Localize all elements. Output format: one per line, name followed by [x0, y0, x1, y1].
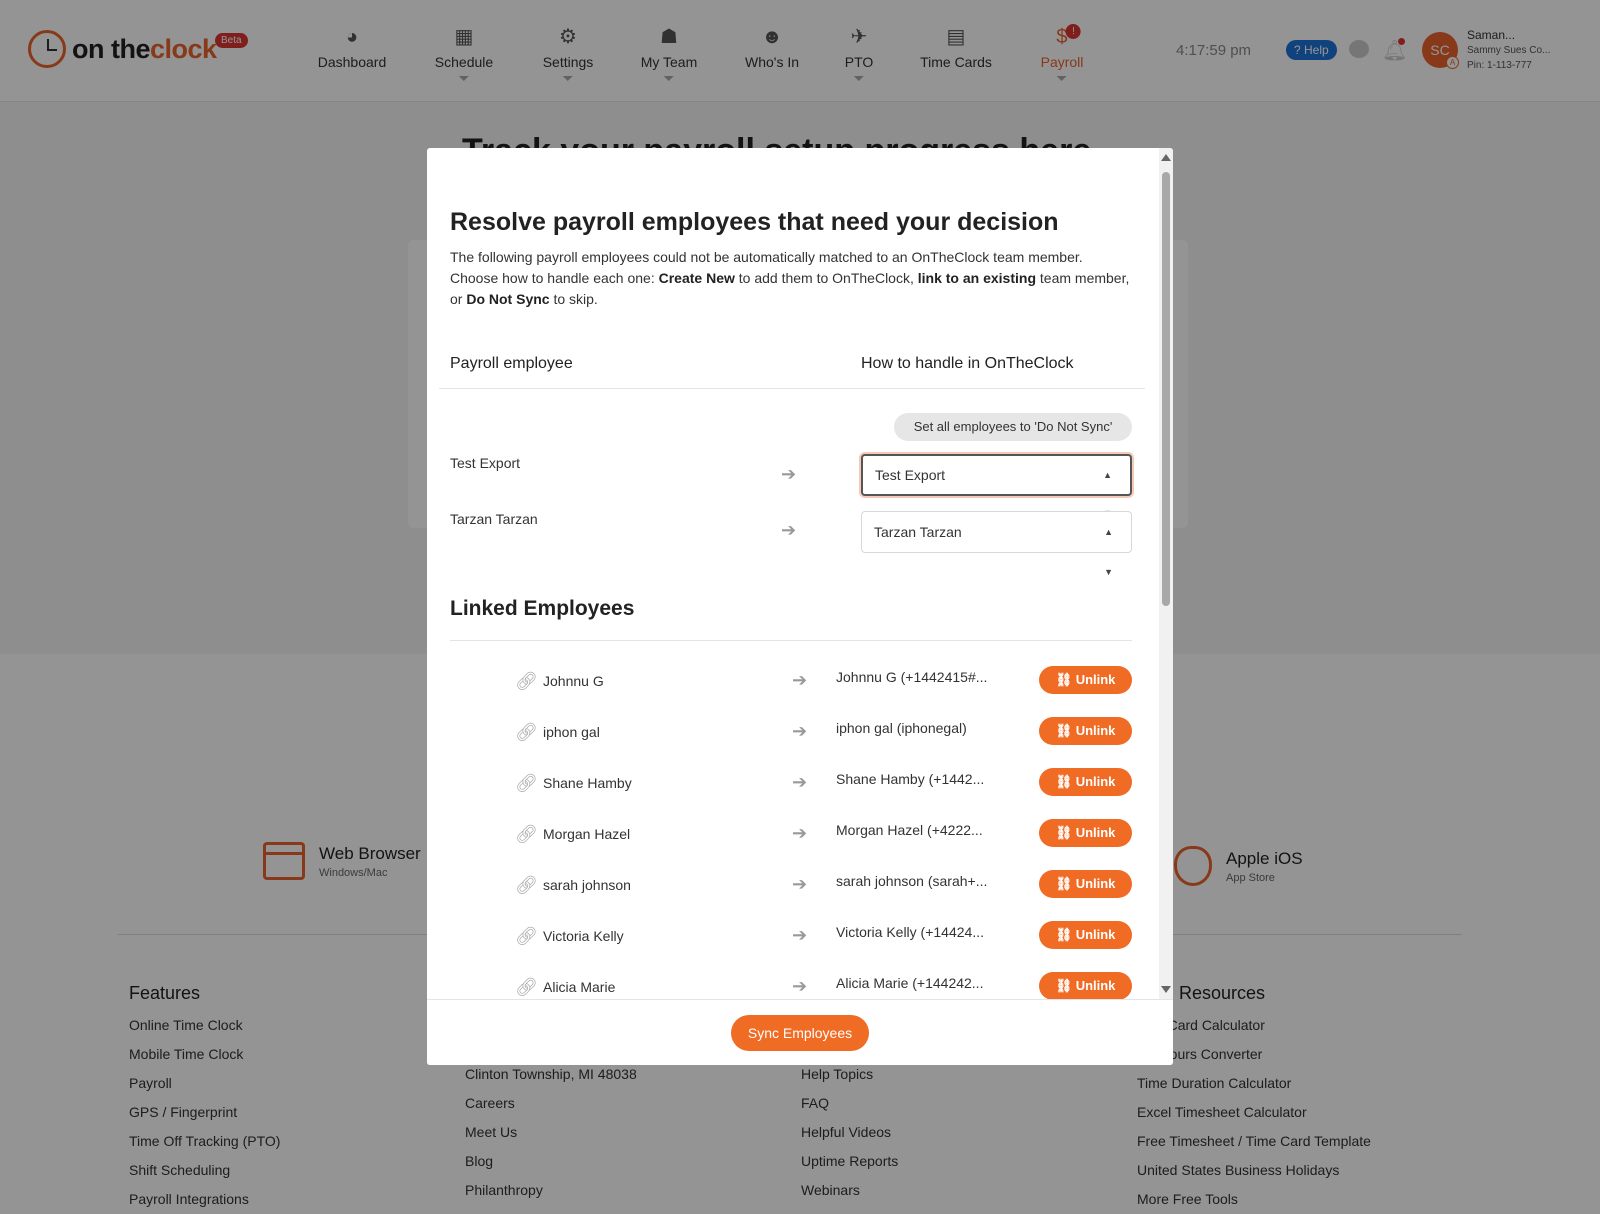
linked-team-member: Victoria Kelly (+14424...: [836, 924, 984, 940]
linked-team-member: iphon gal (iphonegal): [836, 720, 967, 736]
linked-employee-row: 🔗︎ Shane Hamby ➔ Shane Hamby (+1442... ⛓︎ Un…: [427, 764, 1173, 804]
resolve-employees-modal: Resolve payroll employees that need your…: [427, 148, 1173, 1065]
linked-employee-row: 🔗︎ Alicia Marie ➔ Alicia Marie (+144242... ⛓…: [427, 968, 1173, 999]
linked-employee-name: sarah johnson: [543, 877, 631, 893]
linked-team-member: Shane Hamby (+1442...: [836, 771, 985, 787]
arrow-right-icon: ➔: [792, 772, 808, 792]
unlink-button[interactable]: ⛓︎ Unlink: [1039, 666, 1132, 694]
unlink-button[interactable]: ⛓︎ Unlink: [1039, 717, 1132, 745]
modal-footer: Sync Employees: [427, 999, 1173, 1065]
unlink-icon: ⛓︎: [1055, 876, 1076, 891]
linked-employees-title: Linked Employees: [450, 597, 635, 620]
unlink-button[interactable]: ⛓︎ Unlink: [1039, 870, 1132, 898]
arrow-right-icon: ➔: [781, 520, 797, 540]
linked-employee-name: Shane Hamby: [543, 775, 632, 791]
unlink-button[interactable]: ⛓︎ Unlink: [1039, 768, 1132, 796]
sync-employees-button[interactable]: Sync Employees: [731, 1015, 869, 1051]
modal-title: Resolve payroll employees that need your…: [450, 208, 1059, 236]
arrow-right-icon: ➔: [792, 925, 808, 945]
linked-employee-row: 🔗︎ Victoria Kelly ➔ Victoria Kelly (+14424.…: [427, 917, 1173, 957]
linked-employee-row: 🔗︎ iphon gal ➔ iphon gal (iphonegal) ⛓︎ Unli…: [427, 713, 1173, 753]
unlink-icon: ⛓︎: [1055, 927, 1076, 942]
arrow-right-icon: ➔: [792, 823, 808, 843]
unlink-button[interactable]: ⛓︎ Unlink: [1039, 972, 1132, 999]
linked-team-member: sarah johnson (sarah+...: [836, 873, 988, 889]
unlink-icon: ⛓︎: [1055, 825, 1076, 840]
unlink-icon: ⛓︎: [1055, 723, 1076, 738]
header-divider: [439, 388, 1145, 389]
unlink-label: Unlink: [1075, 876, 1116, 891]
linked-employee-name: Victoria Kelly: [543, 928, 624, 944]
employee-handling-select[interactable]: Tarzan Tarzan ▲ ▼: [861, 511, 1132, 577]
linked-employee-name: Alicia Marie: [543, 979, 616, 995]
chain-link-icon: 🔗︎: [515, 977, 538, 997]
modal-scroll-area[interactable]: Resolve payroll employees that need your…: [427, 148, 1173, 999]
unlink-button[interactable]: ⛓︎ Unlink: [1039, 819, 1132, 847]
payroll-employee-name: Test Export: [450, 455, 521, 471]
linked-team-member: Johnnu G (+1442415#...: [836, 669, 988, 685]
select-value: Tarzan Tarzan: [874, 524, 962, 540]
linked-employee-row: 🔗︎ Morgan Hazel ➔ Morgan Hazel (+4222... ⛓︎ …: [427, 815, 1173, 855]
chain-link-icon: 🔗︎: [515, 671, 538, 691]
unlink-label: Unlink: [1075, 978, 1116, 993]
linked-employee-row: 🔗︎ Johnnu G ➔ Johnnu G (+1442415#... ⛓︎ Unli…: [427, 662, 1173, 702]
chain-link-icon: 🔗︎: [515, 875, 538, 895]
linked-employee-name: Morgan Hazel: [543, 826, 631, 842]
unlink-label: Unlink: [1075, 927, 1116, 942]
arrow-right-icon: ➔: [781, 464, 797, 484]
chain-link-icon: 🔗︎: [515, 926, 538, 946]
column-header-handle: How to handle in OnTheClock: [861, 355, 1074, 372]
arrow-right-icon: ➔: [792, 874, 808, 894]
scrollbar-thumb[interactable]: [1162, 172, 1170, 606]
linked-team-member: Morgan Hazel (+4222...: [836, 822, 983, 838]
unlink-button[interactable]: ⛓︎ Unlink: [1039, 921, 1132, 949]
scroll-up-arrow-icon[interactable]: [1161, 154, 1171, 161]
column-header-payroll-employee: Payroll employee: [450, 355, 573, 372]
select-updown-icon: ▲▼: [1104, 527, 1113, 577]
unlink-icon: ⛓︎: [1055, 774, 1076, 789]
arrow-right-icon: ➔: [792, 976, 808, 996]
employee-handling-select[interactable]: Test Export ▲▼: [861, 454, 1132, 518]
arrow-right-icon: ➔: [792, 670, 808, 690]
select-value: Test Export: [875, 467, 946, 483]
modal-scrollbar[interactable]: [1159, 148, 1173, 999]
arrow-right-icon: ➔: [792, 721, 808, 741]
chain-link-icon: 🔗︎: [515, 722, 538, 742]
unlink-label: Unlink: [1075, 672, 1116, 687]
linked-employee-name: Johnnu G: [543, 673, 604, 689]
unlink-icon: ⛓︎: [1055, 978, 1076, 993]
unlink-label: Unlink: [1075, 723, 1116, 738]
modal-description: The following payroll employees could no…: [450, 249, 1130, 307]
linked-divider: [450, 640, 1132, 641]
payroll-employee-name: Tarzan Tarzan: [450, 511, 538, 527]
unlink-label: Unlink: [1075, 774, 1116, 789]
set-all-do-not-sync-button[interactable]: Set all employees to 'Do Not Sync': [894, 413, 1132, 441]
scroll-down-arrow-icon[interactable]: [1161, 986, 1171, 993]
linked-employee-row: 🔗︎ sarah johnson ➔ sarah johnson (sarah+...…: [427, 866, 1173, 906]
unlink-label: Unlink: [1075, 825, 1116, 840]
unlink-icon: ⛓︎: [1055, 672, 1076, 687]
chain-link-icon: 🔗︎: [515, 773, 538, 793]
chain-link-icon: 🔗︎: [515, 824, 538, 844]
linked-team-member: Alicia Marie (+144242...: [836, 975, 984, 991]
linked-employee-name: iphon gal: [543, 724, 600, 740]
